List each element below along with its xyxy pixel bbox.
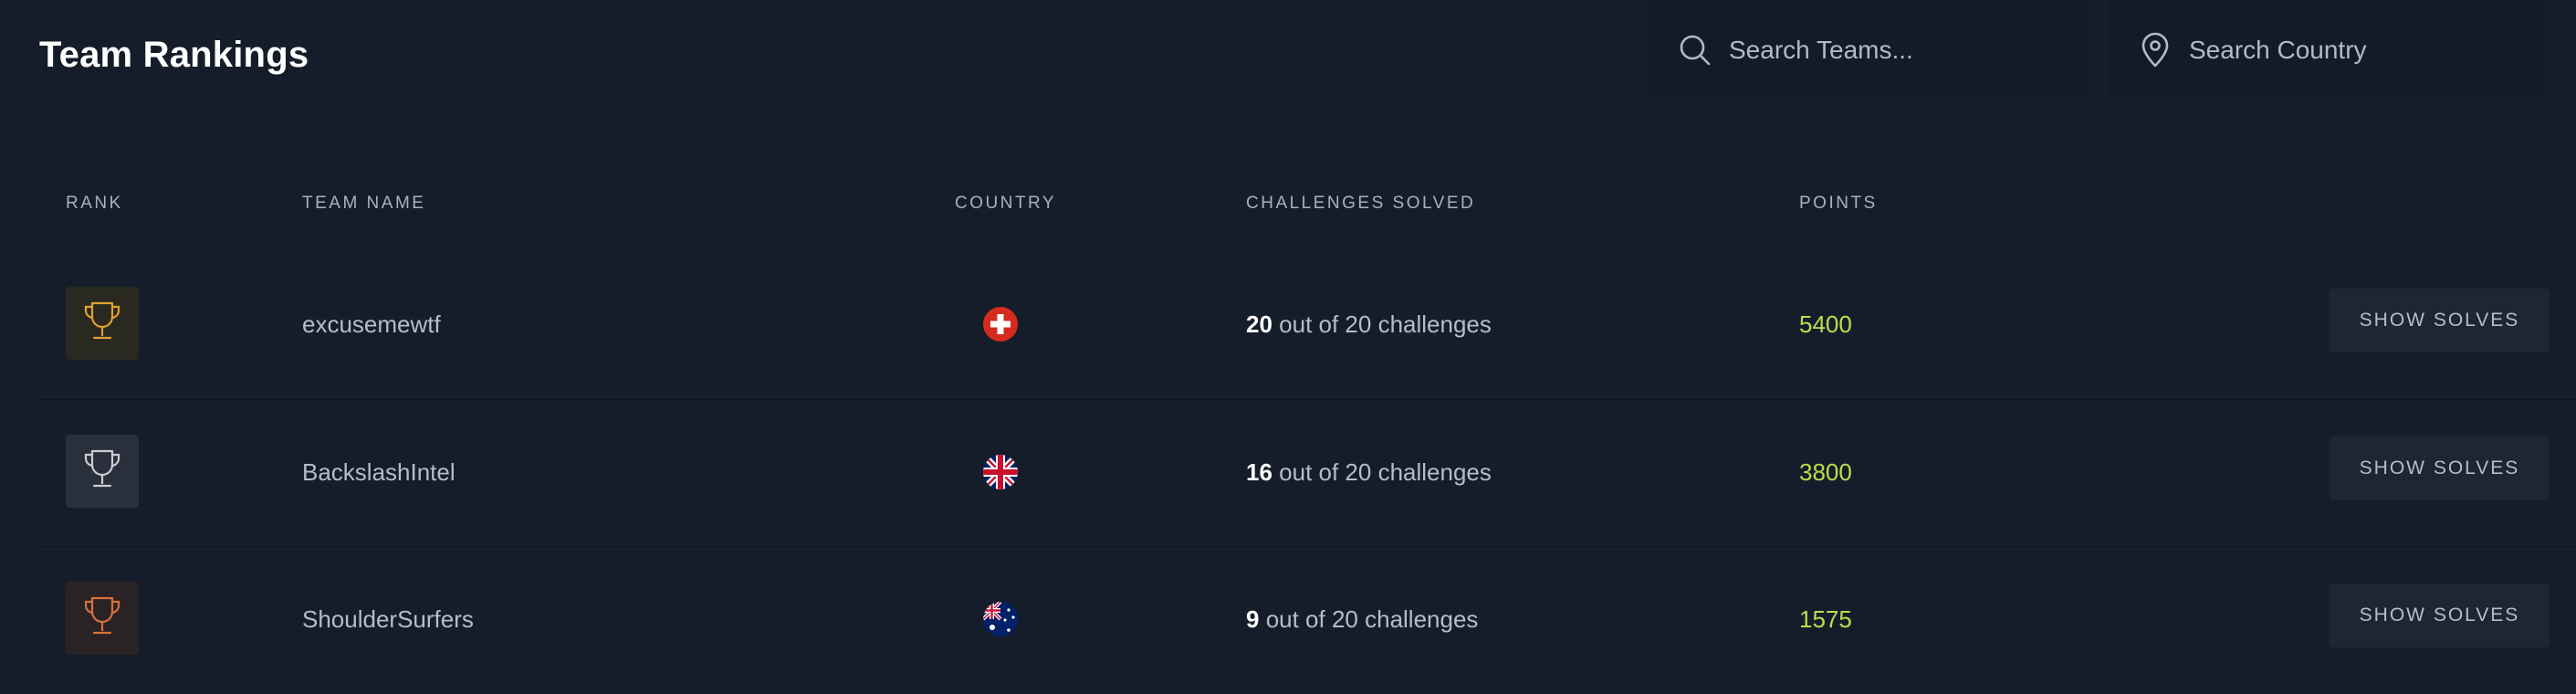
australia-flag-icon bbox=[983, 602, 1018, 636]
rank-badge bbox=[66, 287, 139, 360]
table-row: ShoulderSurfers 9 out of 20 challenges 1… bbox=[39, 547, 2576, 694]
show-solves-button[interactable]: SHOW SOLVES bbox=[2330, 436, 2550, 500]
team-points: 3800 bbox=[1799, 458, 1852, 486]
column-header-challenges-solved: CHALLENGES SOLVED bbox=[1246, 194, 1476, 213]
search-country-box[interactable] bbox=[2109, 0, 2547, 100]
trophy-silver-icon bbox=[82, 447, 122, 496]
trophy-bronze-icon bbox=[82, 594, 122, 643]
table-row: excusemewtf 20 out of 20 challenges 5400… bbox=[39, 252, 2576, 399]
search-country-input[interactable] bbox=[2187, 23, 2534, 78]
solved-count: 16 bbox=[1246, 458, 1272, 486]
page-title: Team Rankings bbox=[39, 35, 309, 75]
switzerland-flag-icon bbox=[983, 307, 1018, 342]
team-name: BackslashIntel bbox=[302, 458, 456, 486]
united-kingdom-flag-icon bbox=[983, 455, 1018, 489]
team-points: 1575 bbox=[1799, 605, 1852, 633]
solved-total-text: out of 20 challenges bbox=[1272, 458, 1492, 486]
search-icon bbox=[1676, 31, 1714, 69]
column-header-rank: RANK bbox=[66, 194, 123, 213]
page-header: Team Rankings bbox=[0, 0, 2576, 100]
challenges-solved: 9 out of 20 challenges bbox=[1246, 604, 1478, 635]
solved-total-text: out of 20 challenges bbox=[1259, 605, 1479, 633]
challenges-solved: 16 out of 20 challenges bbox=[1246, 457, 1492, 488]
search-teams-box[interactable] bbox=[1649, 0, 2087, 100]
column-header-country: COUNTRY bbox=[955, 194, 1057, 213]
team-name: ShoulderSurfers bbox=[302, 605, 474, 633]
team-points: 5400 bbox=[1799, 310, 1852, 338]
location-pin-icon bbox=[2136, 31, 2174, 69]
show-solves-button[interactable]: SHOW SOLVES bbox=[2330, 289, 2550, 352]
search-teams-input[interactable] bbox=[1727, 23, 2074, 78]
solved-count: 9 bbox=[1246, 605, 1260, 633]
show-solves-button[interactable]: SHOW SOLVES bbox=[2330, 584, 2550, 647]
rank-badge bbox=[66, 582, 139, 655]
challenges-solved: 20 out of 20 challenges bbox=[1246, 309, 1492, 340]
solved-total-text: out of 20 challenges bbox=[1272, 310, 1492, 338]
solved-count: 20 bbox=[1246, 310, 1272, 338]
trophy-gold-icon bbox=[82, 300, 122, 348]
column-header-team-name: TEAM NAME bbox=[302, 194, 426, 213]
column-header-points: POINTS bbox=[1799, 194, 1878, 213]
table-row: BackslashIntel 16 out of 20 challenges 3… bbox=[39, 400, 2576, 547]
team-name: excusemewtf bbox=[302, 310, 441, 338]
rank-badge bbox=[66, 435, 139, 508]
